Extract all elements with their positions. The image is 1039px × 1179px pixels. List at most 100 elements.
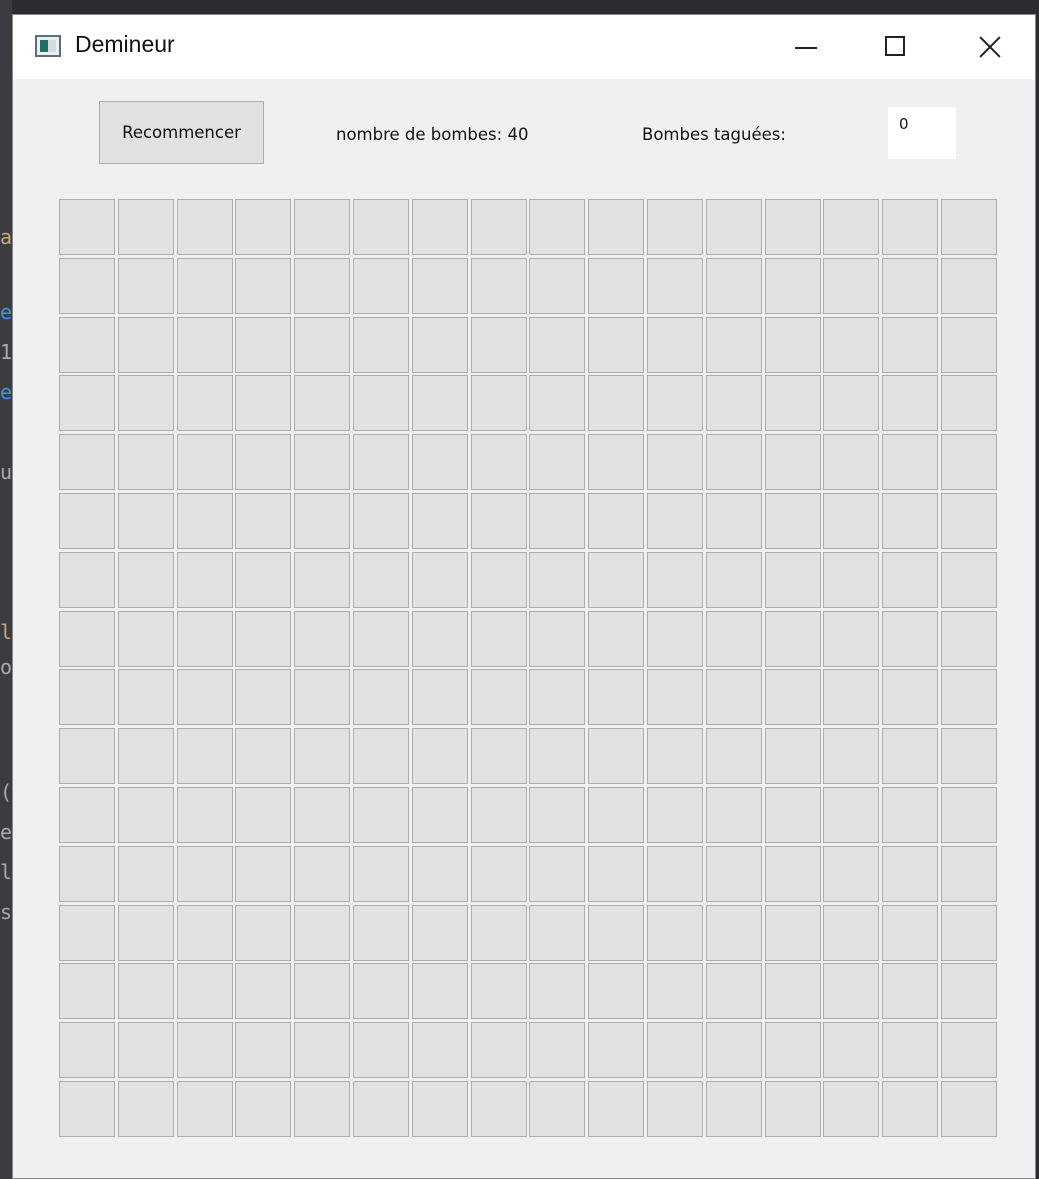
minimize-button[interactable]	[773, 15, 839, 79]
mine-cell[interactable]	[352, 492, 409, 549]
mine-cell[interactable]	[294, 375, 351, 432]
mine-cell[interactable]	[588, 728, 645, 785]
mine-cell[interactable]	[764, 728, 821, 785]
restart-button[interactable]: Recommencer	[99, 101, 264, 164]
mine-cell[interactable]	[176, 845, 233, 902]
mine-cell[interactable]	[823, 669, 880, 726]
mine-cell[interactable]	[646, 904, 703, 961]
mine-cell[interactable]	[294, 963, 351, 1020]
mine-cell[interactable]	[882, 375, 939, 432]
mine-cell[interactable]	[823, 963, 880, 1020]
mine-cell[interactable]	[940, 316, 997, 373]
mine-cell[interactable]	[117, 316, 174, 373]
mine-cell[interactable]	[117, 199, 174, 255]
mine-cell[interactable]	[940, 492, 997, 549]
mine-cell[interactable]	[529, 199, 586, 255]
mine-cell[interactable]	[764, 1022, 821, 1079]
mine-cell[interactable]	[940, 610, 997, 667]
mine-cell[interactable]	[235, 434, 292, 491]
mine-cell[interactable]	[705, 1022, 762, 1079]
mine-cell[interactable]	[176, 551, 233, 608]
mine-cell[interactable]	[59, 492, 115, 549]
mine-cell[interactable]	[352, 669, 409, 726]
mine-cell[interactable]	[882, 963, 939, 1020]
mine-cell[interactable]	[470, 610, 527, 667]
mine-cell[interactable]	[823, 434, 880, 491]
mine-cell[interactable]	[235, 375, 292, 432]
mine-cell[interactable]	[470, 963, 527, 1020]
mine-cell[interactable]	[176, 316, 233, 373]
mine-cell[interactable]	[882, 786, 939, 843]
mine-cell[interactable]	[470, 316, 527, 373]
mine-cell[interactable]	[705, 257, 762, 314]
mine-cell[interactable]	[59, 728, 115, 785]
mine-cell[interactable]	[529, 434, 586, 491]
mine-cell[interactable]	[646, 316, 703, 373]
close-button[interactable]	[955, 15, 1021, 79]
mine-cell[interactable]	[646, 375, 703, 432]
mine-cell[interactable]	[940, 551, 997, 608]
mine-cell[interactable]	[705, 434, 762, 491]
mine-cell[interactable]	[352, 257, 409, 314]
mine-cell[interactable]	[235, 786, 292, 843]
mine-cell[interactable]	[176, 1022, 233, 1079]
mine-cell[interactable]	[705, 375, 762, 432]
mine-cell[interactable]	[176, 257, 233, 314]
mine-cell[interactable]	[529, 728, 586, 785]
mine-cell[interactable]	[646, 669, 703, 726]
mine-cell[interactable]	[940, 728, 997, 785]
mine-cell[interactable]	[764, 904, 821, 961]
mine-cell[interactable]	[588, 434, 645, 491]
mine-cell[interactable]	[705, 316, 762, 373]
mine-cell[interactable]	[823, 199, 880, 255]
mine-cell[interactable]	[352, 1022, 409, 1079]
mine-cell[interactable]	[117, 728, 174, 785]
mine-cell[interactable]	[176, 375, 233, 432]
mine-cell[interactable]	[529, 845, 586, 902]
mine-cell[interactable]	[764, 375, 821, 432]
mine-cell[interactable]	[705, 610, 762, 667]
mine-cell[interactable]	[59, 963, 115, 1020]
mine-cell[interactable]	[117, 786, 174, 843]
mine-cell[interactable]	[764, 551, 821, 608]
mine-cell[interactable]	[646, 492, 703, 549]
mine-cell[interactable]	[294, 434, 351, 491]
mine-cell[interactable]	[823, 316, 880, 373]
mine-cell[interactable]	[411, 316, 468, 373]
mine-cell[interactable]	[882, 199, 939, 255]
mine-cell[interactable]	[117, 551, 174, 608]
mine-cell[interactable]	[529, 257, 586, 314]
mine-cell[interactable]	[529, 610, 586, 667]
mine-cell[interactable]	[470, 257, 527, 314]
mine-cell[interactable]	[588, 375, 645, 432]
mine-cell[interactable]	[294, 610, 351, 667]
mine-cell[interactable]	[940, 434, 997, 491]
mine-cell[interactable]	[823, 845, 880, 902]
mine-cell[interactable]	[352, 963, 409, 1020]
mine-cell[interactable]	[235, 551, 292, 608]
maximize-button[interactable]	[863, 15, 929, 79]
mine-cell[interactable]	[294, 728, 351, 785]
mine-cell[interactable]	[411, 904, 468, 961]
mine-cell[interactable]	[646, 434, 703, 491]
mine-cell[interactable]	[940, 845, 997, 902]
mine-cell[interactable]	[882, 492, 939, 549]
mine-cell[interactable]	[352, 551, 409, 608]
mine-cell[interactable]	[823, 375, 880, 432]
mine-cell[interactable]	[764, 786, 821, 843]
mine-cell[interactable]	[764, 669, 821, 726]
mine-cell[interactable]	[294, 257, 351, 314]
mine-cell[interactable]	[470, 434, 527, 491]
mine-cell[interactable]	[940, 904, 997, 961]
mine-cell[interactable]	[588, 551, 645, 608]
mine-cell[interactable]	[352, 1080, 409, 1137]
mine-cell[interactable]	[294, 551, 351, 608]
mine-cell[interactable]	[764, 845, 821, 902]
mine-cell[interactable]	[588, 492, 645, 549]
mine-cell[interactable]	[588, 845, 645, 902]
mine-cell[interactable]	[411, 845, 468, 902]
mine-cell[interactable]	[764, 1080, 821, 1137]
mine-cell[interactable]	[352, 786, 409, 843]
mine-cell[interactable]	[940, 199, 997, 255]
mine-cell[interactable]	[705, 904, 762, 961]
